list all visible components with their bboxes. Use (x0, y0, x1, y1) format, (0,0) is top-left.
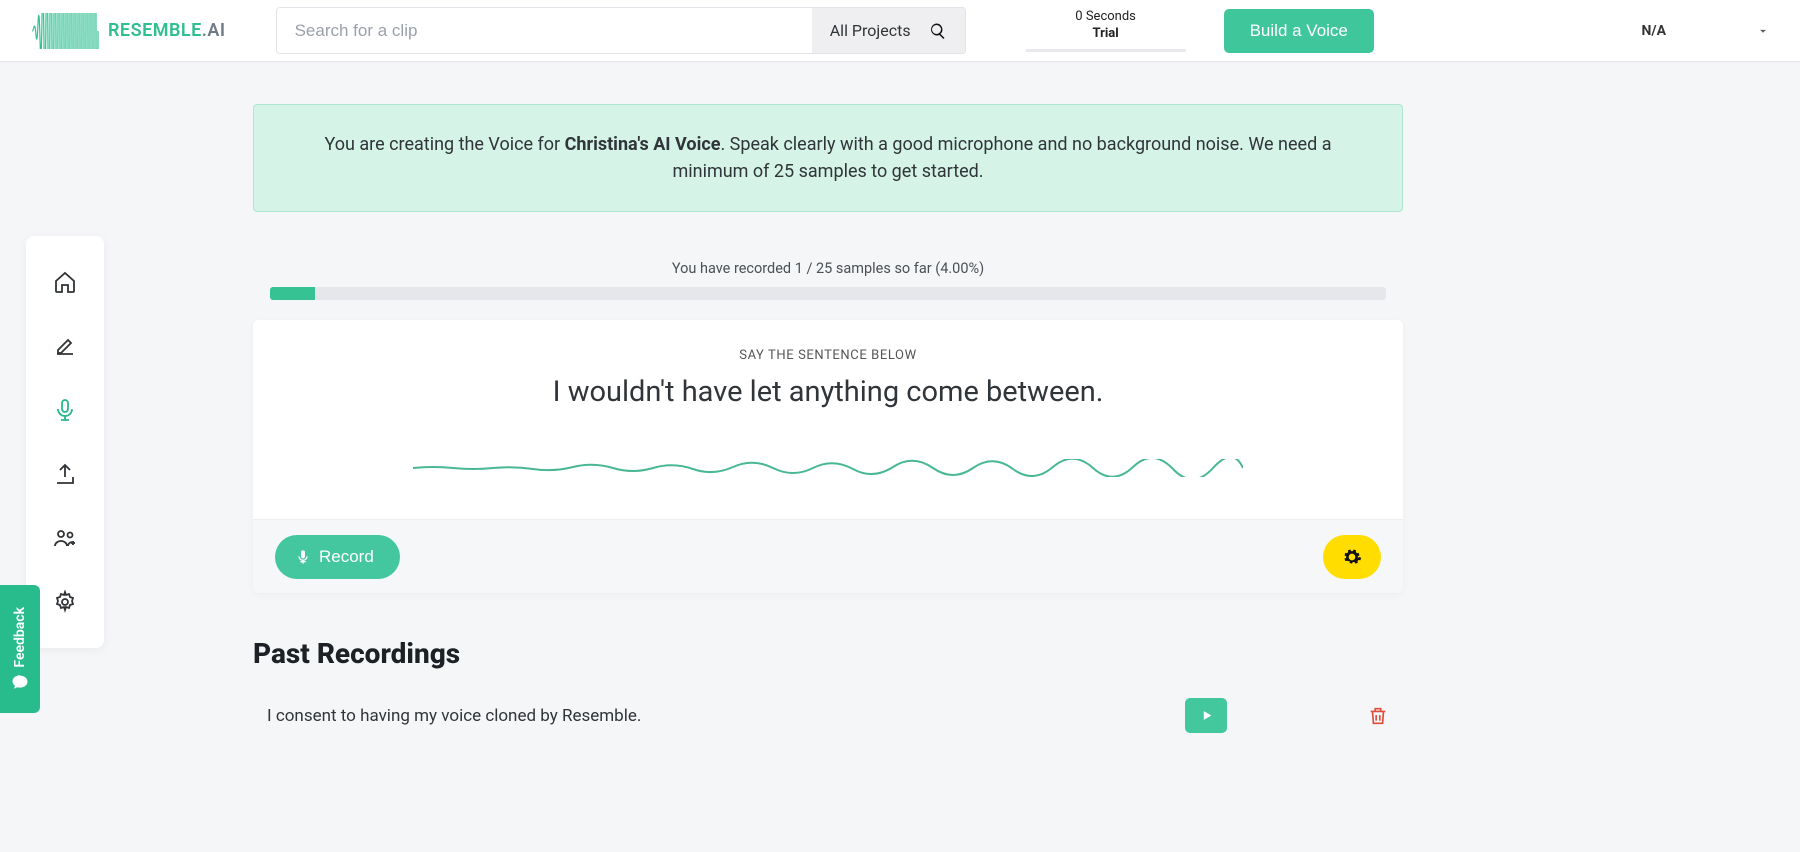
filter-label: All Projects (830, 21, 911, 40)
user-label: N/A (1642, 23, 1666, 39)
record-button[interactable]: Record (275, 535, 400, 579)
build-voice-button[interactable]: Build a Voice (1224, 9, 1374, 53)
gear-icon (53, 590, 77, 614)
prompt-sub: SAY THE SENTENCE BELOW (293, 348, 1363, 363)
play-button[interactable] (1185, 698, 1227, 733)
instruction-banner: You are creating the Voice for Christina… (253, 104, 1403, 212)
user-menu[interactable]: N/A (1642, 23, 1770, 39)
users-icon (53, 526, 77, 550)
upload-icon (53, 462, 77, 486)
mic-icon (295, 549, 311, 565)
banner-suffix: . Speak clearly with a good microphone a… (672, 134, 1331, 182)
search-bar: All Projects (276, 7, 966, 54)
nav-users[interactable] (53, 526, 77, 550)
prompt-sentence: I wouldn't have let anything come betwee… (293, 375, 1363, 409)
logo[interactable]: RESEMBLE.AI (30, 13, 226, 49)
record-card: SAY THE SENTENCE BELOW I wouldn't have l… (253, 320, 1403, 593)
progress-label: You have recorded 1 / 25 samples so far … (253, 260, 1403, 277)
main-content: You are creating the Voice for Christina… (253, 62, 1403, 733)
nav-edit[interactable] (53, 334, 77, 358)
play-icon (1200, 709, 1213, 722)
delete-button[interactable] (1367, 705, 1389, 727)
search-input[interactable] (277, 8, 812, 53)
recording-row: I consent to having my voice cloned by R… (253, 698, 1403, 733)
search-icon (929, 22, 947, 40)
brand-text: RESEMBLE.AI (108, 20, 226, 41)
chat-icon (11, 673, 29, 691)
waveform-placeholder (413, 459, 1243, 477)
banner-prefix: You are creating the Voice for (324, 134, 564, 155)
header: RESEMBLE.AI All Projects 0 Seconds Trial… (0, 0, 1800, 62)
trial-seconds: 0 Seconds (1026, 9, 1186, 26)
caret-down-icon (1756, 24, 1770, 38)
trial-bar (1026, 49, 1186, 52)
progress-fill (270, 287, 315, 300)
home-icon (53, 270, 77, 294)
progress-bar (270, 287, 1386, 300)
mic-icon (53, 398, 77, 422)
trash-icon (1367, 705, 1389, 727)
pencil-icon (53, 334, 77, 358)
record-settings-button[interactable] (1323, 535, 1381, 579)
banner-voice-name: Christina's AI Voice (565, 134, 721, 155)
nav-home[interactable] (53, 270, 77, 294)
record-label: Record (319, 547, 374, 567)
feedback-label: Feedback (12, 607, 28, 668)
waveform-icon (30, 13, 100, 49)
recording-text: I consent to having my voice cloned by R… (267, 706, 1185, 726)
feedback-tab[interactable]: Feedback (0, 585, 40, 713)
nav-record[interactable] (53, 398, 77, 422)
past-recordings-heading: Past Recordings (253, 637, 1403, 670)
trial-plan: Trial (1026, 26, 1186, 43)
trial-status: 0 Seconds Trial (1026, 9, 1186, 52)
project-filter[interactable]: All Projects (812, 8, 965, 53)
gear-icon (1342, 547, 1362, 567)
nav-upload[interactable] (53, 462, 77, 486)
nav-settings[interactable] (53, 590, 77, 614)
